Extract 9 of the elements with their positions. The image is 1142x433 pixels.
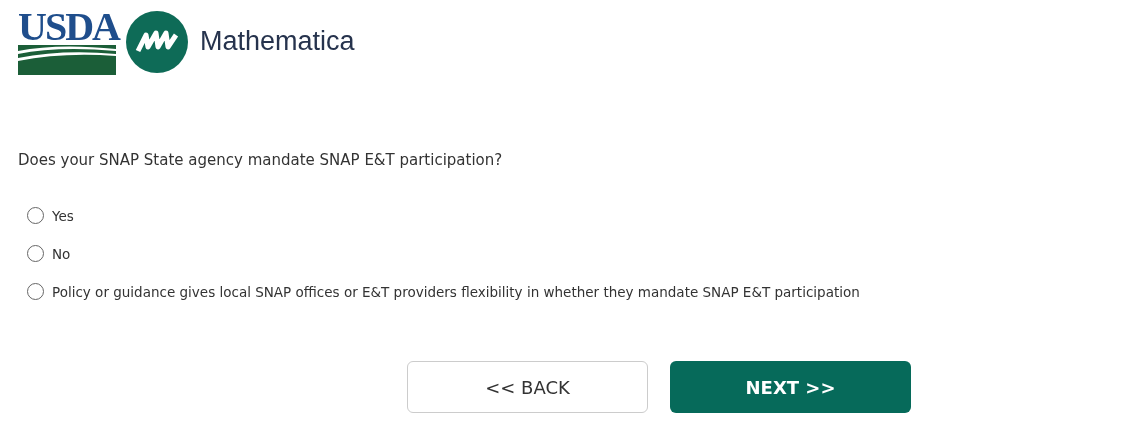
logo-text: Mathematica: [200, 26, 355, 57]
question-text: Does your SNAP State agency mandate SNAP E&T participation?: [18, 151, 504, 169]
back-button[interactable]: << BACK: [407, 361, 648, 413]
option-label[interactable]: Policy or guidance gives local SNAP offices or E&T providers flexibility in whether they mandate SNAP E&T participation: [52, 283, 860, 300]
next-button[interactable]: NEXT >>: [670, 361, 911, 413]
logo-icon: [126, 10, 188, 73]
fields-icon: [18, 44, 116, 75]
option-label[interactable]: Yes: [52, 207, 74, 224]
option-label[interactable]: No: [52, 245, 71, 262]
